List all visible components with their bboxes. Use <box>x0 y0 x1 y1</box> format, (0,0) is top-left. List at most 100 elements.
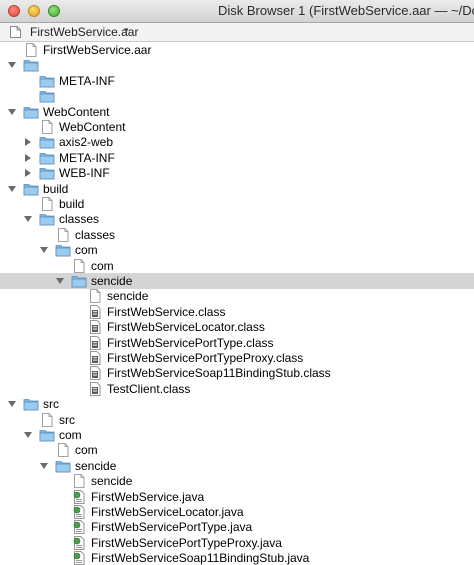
tree-row[interactable]: FirstWebService.aar <box>0 42 474 58</box>
document-icon <box>10 26 21 38</box>
tree-row[interactable]: build <box>0 196 474 212</box>
tree-row-label: FirstWebServiceLocator.java <box>91 505 244 519</box>
tree-row-label: com <box>75 243 98 258</box>
tree-row[interactable]: FirstWebServiceLocator.java <box>0 504 474 520</box>
folder-icon <box>39 137 55 149</box>
java-file-icon <box>73 520 85 535</box>
tree-row[interactable]: META-INF <box>0 73 474 89</box>
tree-row-label: FirstWebServicePortType.java <box>91 520 253 535</box>
path-popup-label[interactable]: FirstWebService.aar <box>30 25 138 39</box>
tree-row-label: FirstWebServiceSoap11BindingStub.class <box>107 366 331 381</box>
tree-row[interactable]: classes <box>0 211 474 227</box>
folder-icon <box>23 106 39 118</box>
tree-row[interactable]: TestClient.class <box>0 381 474 397</box>
java-file-icon <box>73 505 85 519</box>
tree-row[interactable] <box>0 88 474 104</box>
tree-row-label: WEB-INF <box>59 166 110 181</box>
tree-row[interactable]: sencide <box>0 273 474 289</box>
disclosure-open-icon[interactable] <box>55 276 65 286</box>
tree-row[interactable]: com <box>0 427 474 443</box>
tree-row[interactable]: com <box>0 242 474 258</box>
tree-row-label: com <box>75 443 98 458</box>
tree-row[interactable]: sencide <box>0 458 474 474</box>
tree-row[interactable]: WebContent <box>0 119 474 135</box>
tree-row-label: FirstWebServicePortTypeProxy.java <box>91 535 282 550</box>
file-tree[interactable]: FirstWebService.aar META-INF WebContent Web… <box>0 42 474 565</box>
tree-row-label: META-INF <box>59 150 115 165</box>
tree-row[interactable]: FirstWebServicePortType.class <box>0 335 474 351</box>
tree-row-label: axis2-web <box>59 135 114 150</box>
title-bar[interactable]: Disk Browser 1 (FirstWebService.aar — ~/… <box>0 0 474 23</box>
tree-row-label: build <box>59 197 85 211</box>
tree-row[interactable]: FirstWebServicePortTypeProxy.class <box>0 350 474 366</box>
tree-row[interactable]: sencide <box>0 288 474 304</box>
tree-row[interactable]: FirstWebServicePortTypeProxy.java <box>0 535 474 551</box>
tree-row[interactable]: com <box>0 258 474 274</box>
disclosure-closed-icon[interactable] <box>23 153 33 163</box>
tree-row-label: sencide <box>75 458 117 473</box>
class-file-icon <box>90 320 101 335</box>
chevron-down-icon[interactable]: ▾ <box>124 25 129 36</box>
class-file-icon <box>90 304 101 319</box>
tree-row[interactable]: META-INF <box>0 150 474 166</box>
tree-row-label: FirstWebService.class <box>107 304 226 319</box>
minimize-window-button[interactable] <box>28 5 40 17</box>
folder-icon <box>71 276 87 288</box>
tree-row[interactable]: FirstWebServiceSoap11BindingStub.class <box>0 365 474 381</box>
java-file-icon <box>73 535 85 550</box>
tree-row-label: sencide <box>107 289 149 304</box>
tree-row-label: src <box>59 412 75 427</box>
document-icon <box>90 289 101 304</box>
tree-row-label: FirstWebServiceSoap11BindingStub.java <box>91 551 310 565</box>
tree-row[interactable]: sencide <box>0 473 474 489</box>
disclosure-open-icon[interactable] <box>7 184 17 194</box>
disclosure-closed-icon[interactable] <box>23 168 33 178</box>
tree-row[interactable]: FirstWebServiceSoap11BindingStub.java <box>0 550 474 565</box>
disclosure-open-icon[interactable] <box>39 245 49 255</box>
folder-icon <box>39 214 55 226</box>
folder-icon <box>23 60 39 72</box>
disclosure-open-icon[interactable] <box>39 461 49 471</box>
folder-icon <box>39 168 55 180</box>
tree-row[interactable]: FirstWebServicePortType.java <box>0 519 474 535</box>
disclosure-open-icon[interactable] <box>23 430 33 440</box>
disclosure-open-icon[interactable] <box>23 214 33 224</box>
tree-row[interactable]: build <box>0 181 474 197</box>
tree-row-label: FirstWebService.aar <box>43 43 152 57</box>
tree-row[interactable]: FirstWebServiceLocator.class <box>0 319 474 335</box>
tree-row-label: classes <box>75 227 116 242</box>
tree-row[interactable]: src <box>0 396 474 412</box>
tree-row[interactable]: src <box>0 412 474 428</box>
disclosure-open-icon[interactable] <box>7 60 17 70</box>
tree-row-label: FirstWebServicePortTypeProxy.class <box>107 351 304 365</box>
tree-row-label: WebContent <box>59 120 126 134</box>
document-icon <box>42 412 53 427</box>
folder-icon <box>39 152 55 165</box>
tree-row[interactable]: FirstWebService.java <box>0 489 474 505</box>
folder-icon <box>39 75 55 88</box>
tree-row-label: FirstWebServicePortType.class <box>107 335 274 350</box>
tree-row-label: TestClient.class <box>107 381 191 396</box>
close-window-button[interactable] <box>8 5 20 17</box>
tree-row[interactable]: classes <box>0 227 474 243</box>
tree-row-label: FirstWebServiceLocator.class <box>107 320 265 335</box>
tree-row-label: classes <box>59 212 100 227</box>
tree-row[interactable]: com <box>0 442 474 458</box>
tree-row[interactable]: axis2-web <box>0 134 474 150</box>
disclosure-open-icon[interactable] <box>7 107 17 117</box>
disclosure-closed-icon[interactable] <box>23 137 33 147</box>
tree-row[interactable]: WebContent <box>0 104 474 120</box>
tree-row-label: WebContent <box>43 104 110 119</box>
disclosure-open-icon[interactable] <box>7 399 17 409</box>
tree-row[interactable] <box>0 57 474 73</box>
java-file-icon <box>73 551 85 565</box>
document-icon <box>74 258 85 273</box>
tree-row-label: src <box>43 397 59 412</box>
folder-icon <box>39 430 55 442</box>
tree-row-label: build <box>43 181 69 196</box>
tree-row[interactable]: FirstWebService.class <box>0 304 474 320</box>
tree-row[interactable]: WEB-INF <box>0 165 474 181</box>
tree-row-label: FirstWebService.java <box>91 489 205 504</box>
folder-icon <box>55 245 71 257</box>
zoom-window-button[interactable] <box>48 5 60 17</box>
